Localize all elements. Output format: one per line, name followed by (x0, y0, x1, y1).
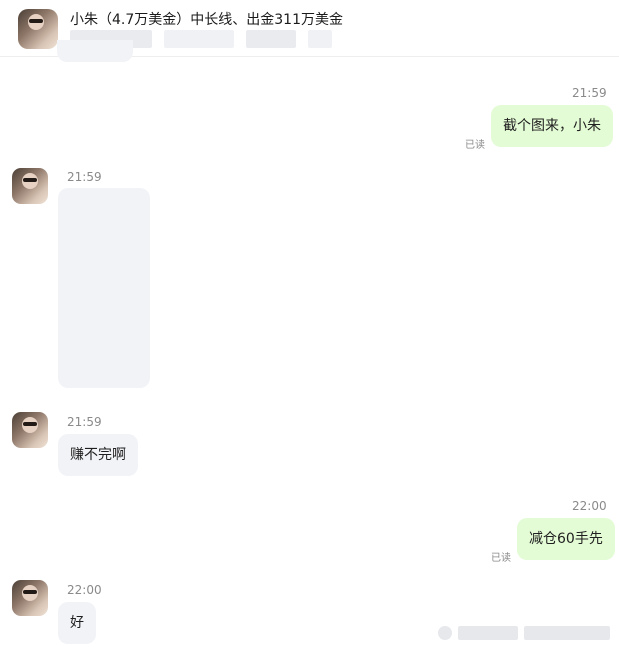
message-time: 21:59 (67, 170, 102, 184)
sender-avatar[interactable] (12, 168, 48, 204)
chat-title: 小朱（4.7万美金）中长线、出金311万美金 (70, 12, 343, 28)
contact-avatar[interactable] (18, 9, 58, 49)
blurred-watermark (438, 626, 610, 642)
message-time: 22:00 (67, 583, 102, 597)
sender-avatar[interactable] (12, 412, 48, 448)
message-bubble-outgoing[interactable]: 减仓60手先 (517, 518, 615, 560)
previous-message-bubble (57, 40, 133, 62)
message-bubble-incoming[interactable]: 好 (58, 602, 96, 644)
read-status: 已读 (491, 553, 511, 564)
message-bubble-outgoing[interactable]: 截个图来，小朱 (491, 105, 613, 147)
message-time: 21:59 (572, 86, 607, 100)
message-time: 22:00 (572, 499, 607, 513)
image-message[interactable] (58, 188, 150, 388)
message-bubble-incoming[interactable]: 赚不完啊 (58, 434, 138, 476)
message-time: 21:59 (67, 415, 102, 429)
sender-avatar[interactable] (12, 580, 48, 616)
read-status: 已读 (465, 140, 485, 151)
